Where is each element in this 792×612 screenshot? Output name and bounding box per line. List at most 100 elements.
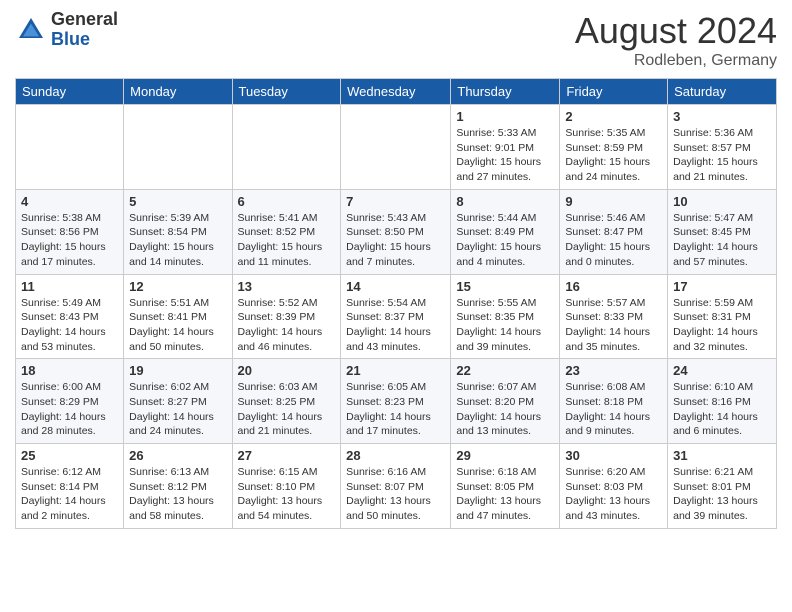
calendar-cell: 7 Sunrise: 5:43 AM Sunset: 8:50 PM Daylig… <box>341 189 451 274</box>
calendar: SundayMondayTuesdayWednesdayThursdayFrid… <box>15 78 777 529</box>
calendar-cell: 23Sunrise: 6:08 AM Sunset: 8:18 PM Dayli… <box>560 359 668 444</box>
day-info: Sunrise: 5:38 AM Sunset: 8:56 PM Dayligh… <box>21 211 118 270</box>
calendar-cell: 16 Sunrise: 5:57 AM Sunset: 8:33 PM Dayli… <box>560 274 668 359</box>
day-info: Sunrise: 6:16 AM Sunset: 8:07 PM Dayligh… <box>346 465 445 524</box>
day-info: Sunrise: 6:13 AM Sunset: 8:12 PM Dayligh… <box>129 465 226 524</box>
day-info: Sunrise: 6:05 AM Sunset: 8:23 PM Dayligh… <box>346 380 445 439</box>
day-info: Sunrise: 6:15 AM Sunset: 8:10 PM Dayligh… <box>238 465 336 524</box>
day-number: 17 <box>673 279 771 294</box>
day-number: 23 <box>565 363 662 378</box>
calendar-cell: 8Sunrise: 5:44 AM Sunset: 8:49 PM Daylig… <box>451 189 560 274</box>
day-number: 8 <box>456 194 554 209</box>
weekday-header: Wednesday <box>341 79 451 105</box>
day-number: 30 <box>565 448 662 463</box>
calendar-week-row: 1 Sunrise: 5:33 AM Sunset: 9:01 PM Daylig… <box>16 105 777 190</box>
calendar-cell: 4 Sunrise: 5:38 AM Sunset: 8:56 PM Daylig… <box>16 189 124 274</box>
day-number: 19 <box>129 363 226 378</box>
day-info: Sunrise: 5:49 AM Sunset: 8:43 PM Dayligh… <box>21 296 118 355</box>
calendar-cell: 17Sunrise: 5:59 AM Sunset: 8:31 PM Dayli… <box>668 274 777 359</box>
day-info: Sunrise: 5:33 AM Sunset: 9:01 PM Dayligh… <box>456 126 554 185</box>
day-info: Sunrise: 6:21 AM Sunset: 8:01 PM Dayligh… <box>673 465 771 524</box>
day-number: 7 <box>346 194 445 209</box>
day-number: 2 <box>565 109 662 124</box>
day-info: Sunrise: 6:12 AM Sunset: 8:14 PM Dayligh… <box>21 465 118 524</box>
day-number: 24 <box>673 363 771 378</box>
day-number: 31 <box>673 448 771 463</box>
calendar-cell: 27 Sunrise: 6:15 AM Sunset: 8:10 PM Dayli… <box>232 444 341 529</box>
day-info: Sunrise: 6:03 AM Sunset: 8:25 PM Dayligh… <box>238 380 336 439</box>
calendar-week-row: 25 Sunrise: 6:12 AM Sunset: 8:14 PM Dayli… <box>16 444 777 529</box>
day-number: 4 <box>21 194 118 209</box>
calendar-cell: 14 Sunrise: 5:54 AM Sunset: 8:37 PM Dayli… <box>341 274 451 359</box>
calendar-cell: 21 Sunrise: 6:05 AM Sunset: 8:23 PM Dayli… <box>341 359 451 444</box>
logo: General Blue <box>15 10 118 50</box>
calendar-cell: 3Sunrise: 5:36 AM Sunset: 8:57 PM Daylig… <box>668 105 777 190</box>
calendar-cell: 5 Sunrise: 5:39 AM Sunset: 8:54 PM Daylig… <box>124 189 232 274</box>
logo-text: General Blue <box>51 10 118 50</box>
calendar-cell: 1 Sunrise: 5:33 AM Sunset: 9:01 PM Daylig… <box>451 105 560 190</box>
logo-icon <box>15 14 47 46</box>
day-number: 12 <box>129 279 226 294</box>
weekday-header: Tuesday <box>232 79 341 105</box>
day-info: Sunrise: 6:20 AM Sunset: 8:03 PM Dayligh… <box>565 465 662 524</box>
day-number: 28 <box>346 448 445 463</box>
day-info: Sunrise: 5:35 AM Sunset: 8:59 PM Dayligh… <box>565 126 662 185</box>
day-number: 29 <box>456 448 554 463</box>
calendar-cell: 2 Sunrise: 5:35 AM Sunset: 8:59 PM Daylig… <box>560 105 668 190</box>
day-number: 1 <box>456 109 554 124</box>
calendar-cell: 18 Sunrise: 6:00 AM Sunset: 8:29 PM Dayli… <box>16 359 124 444</box>
day-number: 5 <box>129 194 226 209</box>
day-number: 22 <box>456 363 554 378</box>
day-number: 9 <box>565 194 662 209</box>
day-info: Sunrise: 5:46 AM Sunset: 8:47 PM Dayligh… <box>565 211 662 270</box>
day-number: 26 <box>129 448 226 463</box>
day-info: Sunrise: 6:10 AM Sunset: 8:16 PM Dayligh… <box>673 380 771 439</box>
calendar-cell: 31 Sunrise: 6:21 AM Sunset: 8:01 PM Dayli… <box>668 444 777 529</box>
weekday-header: Saturday <box>668 79 777 105</box>
calendar-cell <box>16 105 124 190</box>
calendar-cell: 10Sunrise: 5:47 AM Sunset: 8:45 PM Dayli… <box>668 189 777 274</box>
calendar-cell: 25 Sunrise: 6:12 AM Sunset: 8:14 PM Dayli… <box>16 444 124 529</box>
calendar-cell: 13Sunrise: 5:52 AM Sunset: 8:39 PM Dayli… <box>232 274 341 359</box>
day-info: Sunrise: 5:55 AM Sunset: 8:35 PM Dayligh… <box>456 296 554 355</box>
month-title: August 2024 <box>575 10 777 52</box>
day-number: 21 <box>346 363 445 378</box>
calendar-cell: 28 Sunrise: 6:16 AM Sunset: 8:07 PM Dayli… <box>341 444 451 529</box>
day-info: Sunrise: 6:00 AM Sunset: 8:29 PM Dayligh… <box>21 380 118 439</box>
day-info: Sunrise: 6:07 AM Sunset: 8:20 PM Dayligh… <box>456 380 554 439</box>
calendar-cell: 22 Sunrise: 6:07 AM Sunset: 8:20 PM Dayli… <box>451 359 560 444</box>
day-info: Sunrise: 5:54 AM Sunset: 8:37 PM Dayligh… <box>346 296 445 355</box>
day-info: Sunrise: 5:39 AM Sunset: 8:54 PM Dayligh… <box>129 211 226 270</box>
day-number: 20 <box>238 363 336 378</box>
weekday-header: Monday <box>124 79 232 105</box>
logo-general: General <box>51 10 118 30</box>
day-number: 25 <box>21 448 118 463</box>
logo-blue: Blue <box>51 30 118 50</box>
calendar-cell <box>124 105 232 190</box>
calendar-cell: 15Sunrise: 5:55 AM Sunset: 8:35 PM Dayli… <box>451 274 560 359</box>
day-number: 16 <box>565 279 662 294</box>
location: Rodleben, Germany <box>575 52 777 70</box>
day-number: 6 <box>238 194 336 209</box>
day-info: Sunrise: 6:02 AM Sunset: 8:27 PM Dayligh… <box>129 380 226 439</box>
calendar-cell: 20 Sunrise: 6:03 AM Sunset: 8:25 PM Dayli… <box>232 359 341 444</box>
calendar-header-row: SundayMondayTuesdayWednesdayThursdayFrid… <box>16 79 777 105</box>
day-info: Sunrise: 5:57 AM Sunset: 8:33 PM Dayligh… <box>565 296 662 355</box>
day-number: 14 <box>346 279 445 294</box>
calendar-cell <box>341 105 451 190</box>
calendar-cell: 24 Sunrise: 6:10 AM Sunset: 8:16 PM Dayli… <box>668 359 777 444</box>
day-number: 27 <box>238 448 336 463</box>
calendar-cell <box>232 105 341 190</box>
day-info: Sunrise: 6:18 AM Sunset: 8:05 PM Dayligh… <box>456 465 554 524</box>
weekday-header: Friday <box>560 79 668 105</box>
day-info: Sunrise: 5:43 AM Sunset: 8:50 PM Dayligh… <box>346 211 445 270</box>
calendar-cell: 19 Sunrise: 6:02 AM Sunset: 8:27 PM Dayli… <box>124 359 232 444</box>
day-info: Sunrise: 5:41 AM Sunset: 8:52 PM Dayligh… <box>238 211 336 270</box>
calendar-cell: 6 Sunrise: 5:41 AM Sunset: 8:52 PM Daylig… <box>232 189 341 274</box>
calendar-week-row: 18 Sunrise: 6:00 AM Sunset: 8:29 PM Dayli… <box>16 359 777 444</box>
day-number: 18 <box>21 363 118 378</box>
calendar-cell: 12Sunrise: 5:51 AM Sunset: 8:41 PM Dayli… <box>124 274 232 359</box>
day-number: 11 <box>21 279 118 294</box>
calendar-cell: 9 Sunrise: 5:46 AM Sunset: 8:47 PM Daylig… <box>560 189 668 274</box>
day-info: Sunrise: 5:52 AM Sunset: 8:39 PM Dayligh… <box>238 296 336 355</box>
